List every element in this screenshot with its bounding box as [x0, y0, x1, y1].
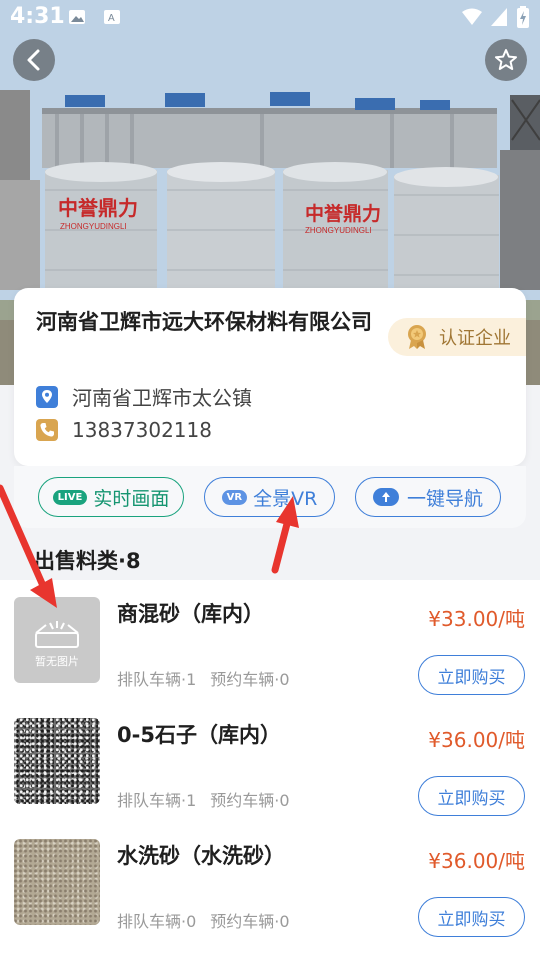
status-time: 4:31 [10, 4, 65, 29]
back-button[interactable] [13, 39, 55, 81]
product-image [14, 718, 100, 804]
product-meta: 排队车辆·1 预约车辆·0 [117, 787, 290, 811]
product-name: 水洗砂（水洗砂） [117, 844, 285, 868]
back-icon [27, 49, 40, 71]
address-row[interactable]: 河南省卫辉市太公镇 [36, 382, 252, 411]
app-notification-icon: A [104, 10, 120, 24]
phone-icon [36, 419, 58, 441]
star-icon [495, 49, 517, 70]
section-title: 出售料类·8 [34, 549, 141, 573]
certified-badge[interactable]: 认证企业 [388, 318, 526, 356]
location-pin-icon [36, 385, 58, 408]
medal-icon [408, 325, 426, 349]
favorite-button[interactable] [485, 39, 527, 81]
product-name: 0-5石子（库内） [117, 723, 281, 747]
company-address: 河南省卫辉市太公镇 [72, 386, 252, 410]
product-price: ¥33.00/吨 [428, 607, 525, 631]
buy-now-button[interactable]: 立即购买 [418, 776, 525, 816]
battery-icon [517, 6, 529, 28]
wifi-icon [462, 8, 482, 25]
navigation-icon [372, 488, 399, 506]
gallery-notification-icon [69, 10, 85, 24]
list-item[interactable]: 0-5石子（库内） ¥36.00/吨 排队车辆·1 预约车辆·0 立即购买 [0, 701, 540, 822]
product-price: ¥36.00/吨 [428, 728, 525, 752]
product-meta: 排队车辆·1 预约车辆·0 [117, 666, 290, 690]
no-image-label: 暂无图片 [35, 655, 79, 668]
product-meta: 排队车辆·0 预约车辆·0 [117, 908, 290, 932]
buy-now-button[interactable]: 立即购买 [418, 897, 525, 937]
silo-logo-sub-2: ZHONGYUDINGLI [305, 226, 372, 235]
navigation-label: 一键导航 [406, 487, 483, 510]
status-bar: 4:31 A [0, 0, 540, 36]
vr-panorama-label: 全景VR [253, 487, 318, 510]
company-info-card: 河南省卫辉市远大环保材料有限公司 认证企业 河南省卫辉市太公镇 13837302… [14, 288, 526, 466]
signal-icon [491, 8, 507, 26]
certified-label: 认证企业 [439, 328, 511, 349]
list-item[interactable]: 暂无图片 商混砂（库内） ¥33.00/吨 排队车辆·1 预约车辆·0 立即购买 [0, 580, 540, 701]
phone-row[interactable]: 13837302118 [36, 418, 212, 442]
reserve-count: 预约车辆·0 [210, 670, 290, 689]
vr-panorama-button[interactable]: VR 全景VR [204, 477, 335, 517]
product-image: 暂无图片 [14, 597, 100, 683]
company-phone: 13837302118 [72, 418, 212, 442]
live-badge-icon: LIVE [52, 489, 88, 505]
queue-count: 排队车辆·1 [117, 791, 197, 810]
list-item[interactable]: 水洗砂（水洗砂） ¥36.00/吨 排队车辆·0 预约车辆·0 立即购买 [0, 822, 540, 943]
reserve-count: 预约车辆·0 [210, 791, 290, 810]
image-placeholder-icon [35, 621, 79, 648]
silo-logo-text-2: 中誉鼎力 [305, 202, 381, 225]
svg-text:A: A [108, 13, 115, 24]
product-name: 商混砂（库内） [117, 602, 264, 626]
buy-now-button[interactable]: 立即购买 [418, 655, 525, 695]
product-list: 暂无图片 商混砂（库内） ¥33.00/吨 排队车辆·1 预约车辆·0 立即购买 … [0, 580, 540, 960]
silo-logo-sub-1: ZHONGYUDINGLI [60, 222, 127, 231]
product-image [14, 839, 100, 925]
product-price: ¥36.00/吨 [428, 849, 525, 873]
queue-count: 排队车辆·0 [117, 912, 197, 931]
action-bar: LIVE 实时画面 VR 全景VR 一键导航 [14, 466, 526, 528]
live-view-button[interactable]: LIVE 实时画面 [38, 477, 184, 517]
navigation-button[interactable]: 一键导航 [355, 477, 501, 517]
company-name: 河南省卫辉市远大环保材料有限公司 [36, 310, 372, 334]
live-view-label: 实时画面 [93, 487, 170, 510]
reserve-count: 预约车辆·0 [210, 912, 290, 931]
queue-count: 排队车辆·1 [117, 670, 197, 689]
vr-badge-icon: VR [221, 489, 248, 505]
silo-logo-text-1: 中誉鼎力 [58, 196, 138, 220]
